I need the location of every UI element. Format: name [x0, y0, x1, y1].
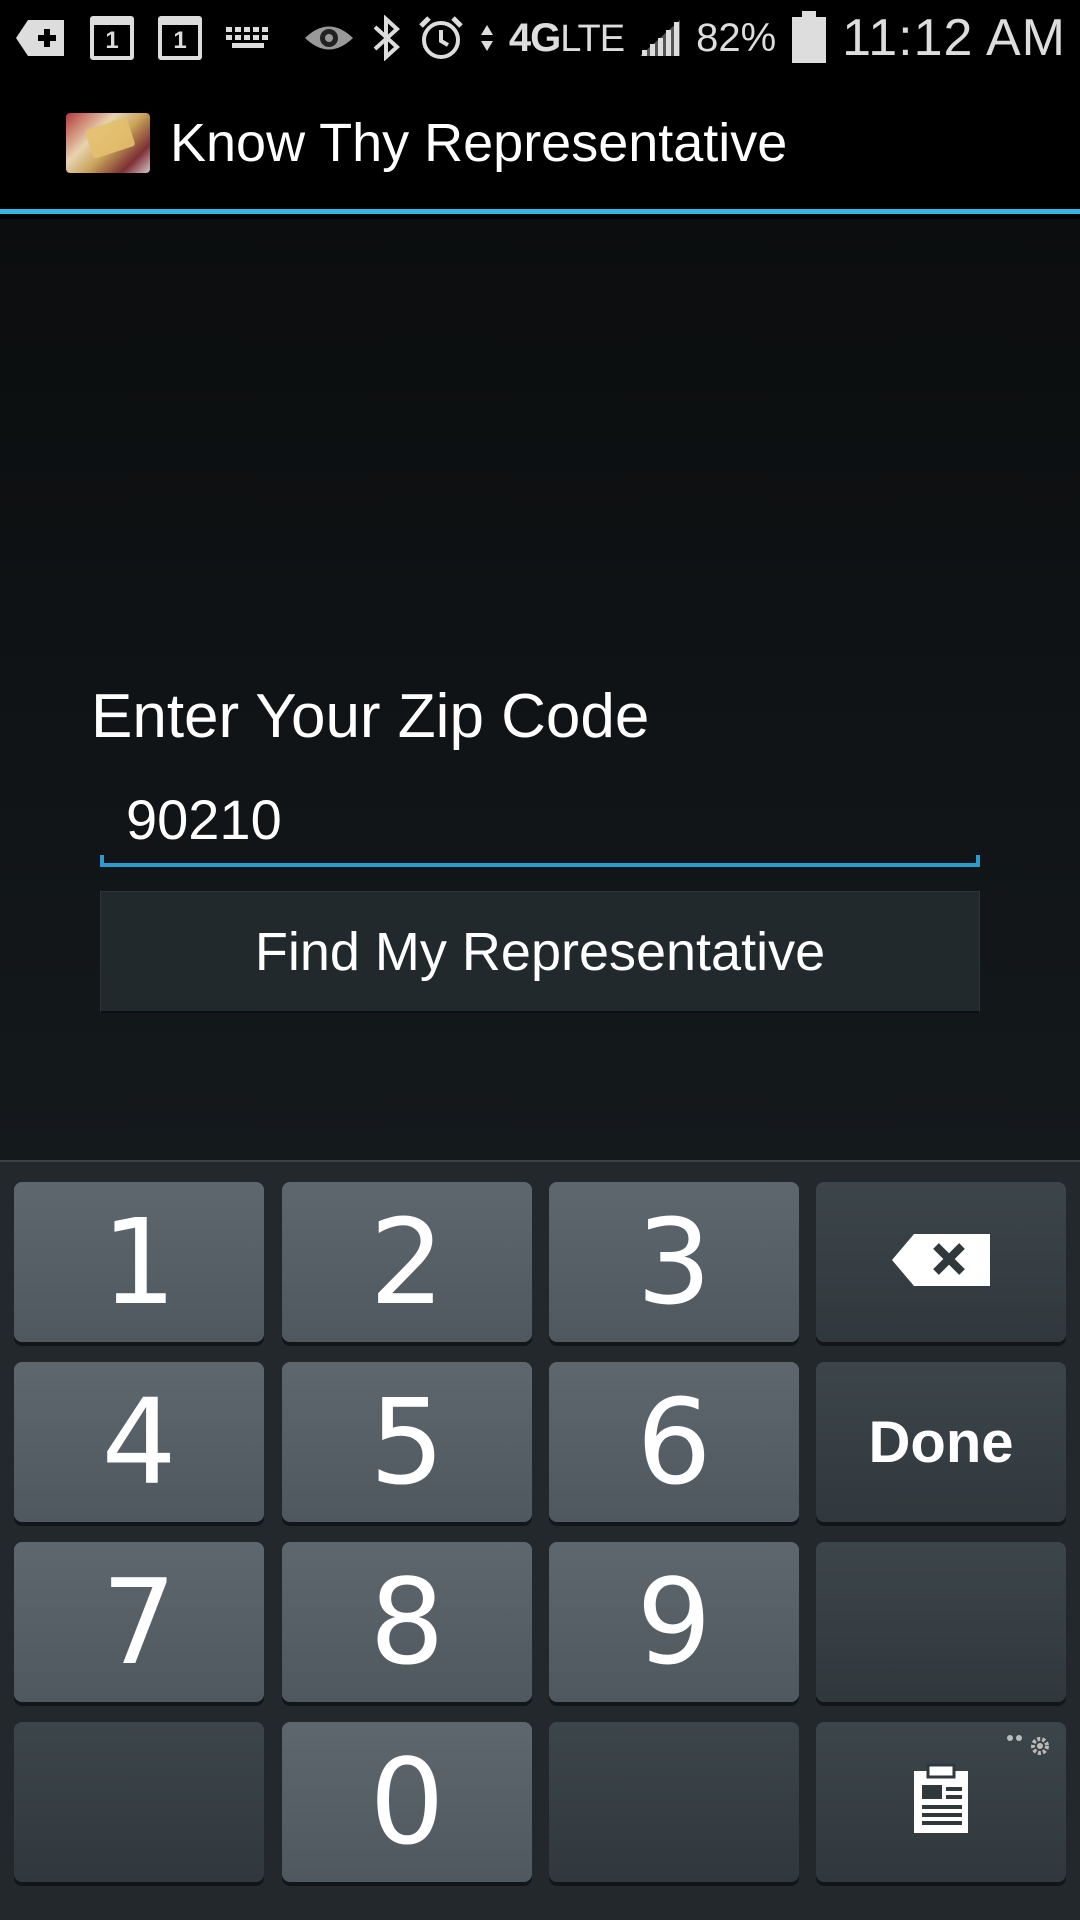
- key-3[interactable]: 3: [549, 1182, 799, 1342]
- numeric-keyboard: 1 2 3 4 5 6 Done 7 8 9 0: [0, 1160, 1080, 1920]
- key-label: 5: [369, 1373, 445, 1511]
- zip-code-label: Enter Your Zip Code: [91, 682, 650, 751]
- blank-key[interactable]: [816, 1542, 1066, 1702]
- blank-key-middle[interactable]: [549, 1722, 799, 1882]
- key-0[interactable]: 0: [282, 1722, 532, 1882]
- data-arrows-icon: [479, 23, 495, 53]
- add-notification-icon: [14, 18, 66, 58]
- key-label: 2: [369, 1193, 445, 1331]
- backspace-icon: [890, 1232, 992, 1293]
- key-8[interactable]: 8: [282, 1542, 532, 1702]
- settings-icon: [1006, 1732, 1052, 1764]
- find-representative-button[interactable]: Find My Representative: [100, 891, 980, 1013]
- status-bar: 1 1 4GLTE 82% 11:12 AM: [0, 0, 1080, 76]
- eye-icon: [303, 21, 355, 55]
- main-content: Enter Your Zip Code 90210 Find My Repres…: [0, 219, 1080, 1160]
- key-label: 1: [101, 1193, 177, 1331]
- key-9[interactable]: 9: [549, 1542, 799, 1702]
- battery-percent: 82%: [696, 15, 777, 60]
- app-logo[interactable]: [66, 112, 150, 173]
- key-label: 7: [101, 1553, 177, 1691]
- key-label: 6: [636, 1373, 712, 1511]
- key-1[interactable]: 1: [14, 1182, 264, 1342]
- blank-key-left[interactable]: [14, 1722, 264, 1882]
- keyboard-icon: [226, 25, 272, 51]
- key-label: 4: [101, 1373, 177, 1511]
- done-key[interactable]: Done: [816, 1362, 1066, 1522]
- zip-code-input[interactable]: 90210: [100, 779, 980, 867]
- key-2[interactable]: 2: [282, 1182, 532, 1342]
- key-label: 9: [636, 1553, 712, 1691]
- calendar-icon: 1: [90, 16, 134, 60]
- key-7[interactable]: 7: [14, 1542, 264, 1702]
- key-4[interactable]: 4: [14, 1362, 264, 1522]
- app-title: Know Thy Representative: [170, 112, 788, 173]
- zip-code-value: 90210: [126, 788, 282, 851]
- key-label: 8: [369, 1553, 445, 1691]
- bluetooth-icon: [369, 15, 403, 61]
- done-label: Done: [868, 1409, 1014, 1475]
- alarm-icon: [417, 14, 465, 62]
- key-6[interactable]: 6: [549, 1362, 799, 1522]
- network-type: 4GLTE: [508, 15, 625, 60]
- battery-icon: [790, 11, 828, 65]
- clock: 11:12 AM: [842, 9, 1066, 67]
- clipboard-icon: [910, 1763, 972, 1842]
- key-5[interactable]: 5: [282, 1362, 532, 1522]
- signal-icon: [638, 18, 682, 58]
- action-bar: Know Thy Representative: [0, 76, 1080, 214]
- backspace-key[interactable]: [816, 1182, 1066, 1342]
- key-label: 3: [636, 1193, 712, 1331]
- clipboard-key[interactable]: [816, 1722, 1066, 1882]
- key-label: 0: [369, 1733, 445, 1871]
- calendar-icon-2: 1: [158, 16, 202, 60]
